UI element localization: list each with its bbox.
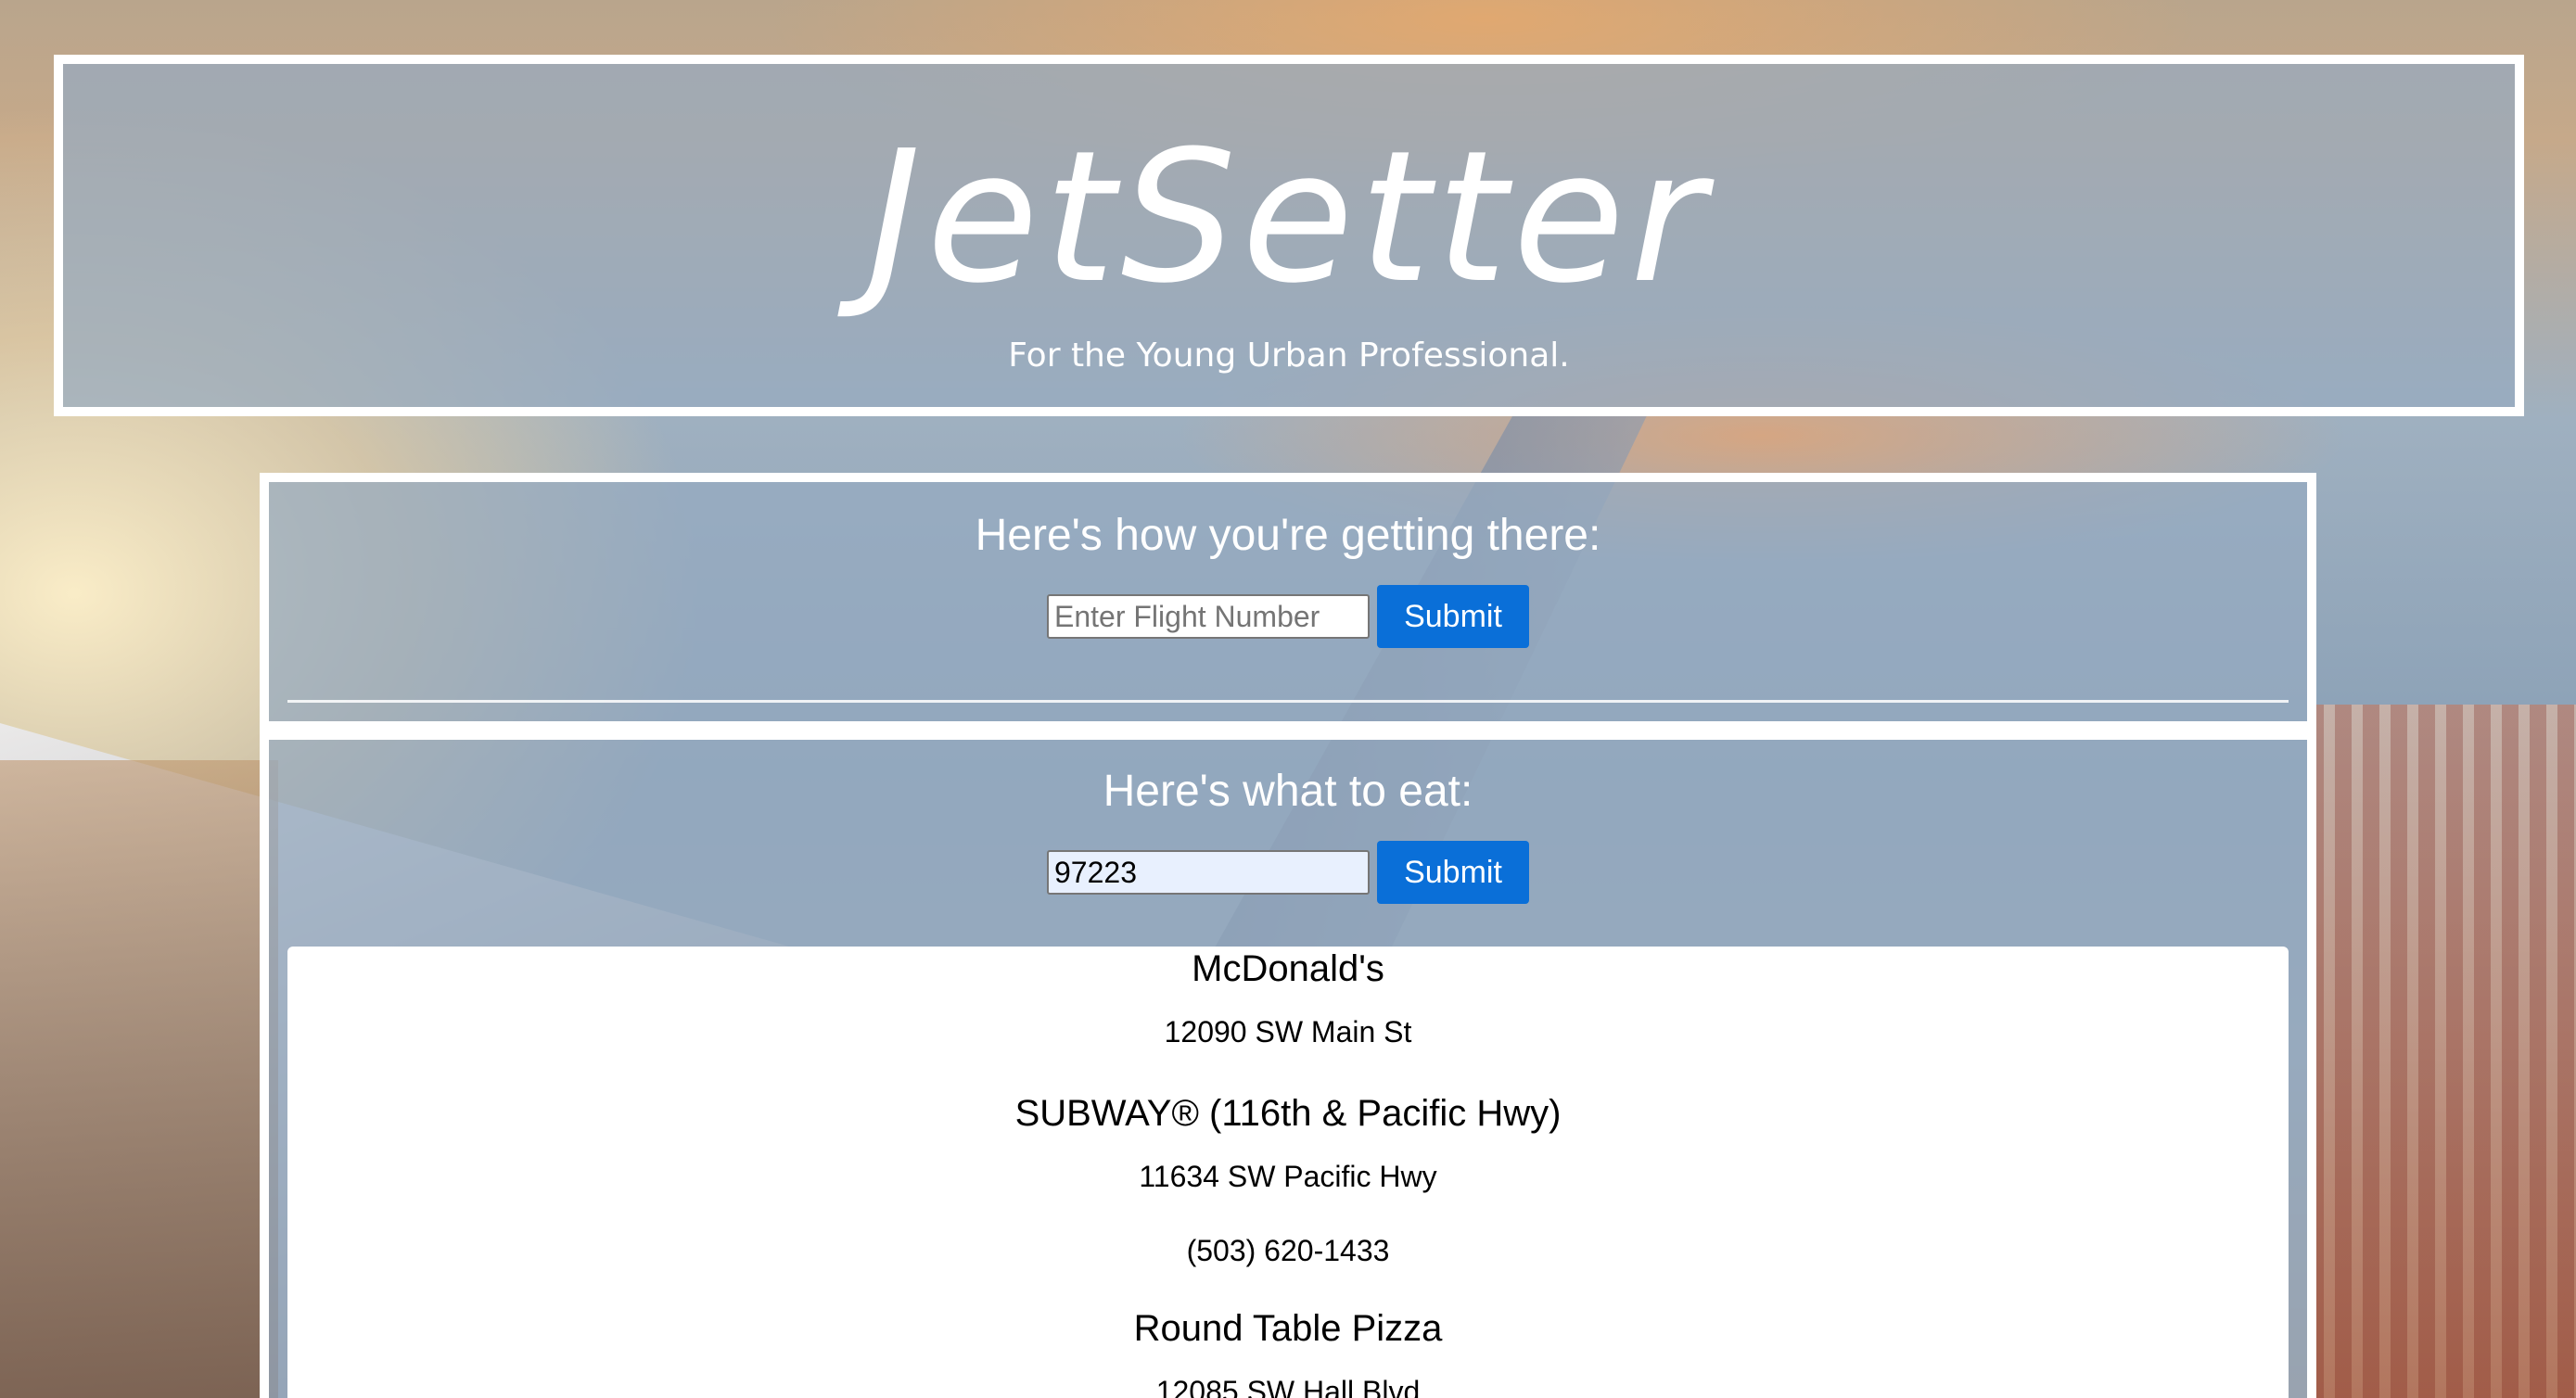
site-tagline: For the Young Urban Professional. xyxy=(1008,337,1570,375)
restaurant-phone: (503) 620-1433 xyxy=(1186,1234,1390,1267)
food-section: Here's what to eat: Submit McDonald's 12… xyxy=(269,740,2307,1398)
restaurant-name: McDonald's xyxy=(1192,948,1384,989)
site-logo: JetSetter xyxy=(867,112,1711,324)
flight-submit-button[interactable]: Submit xyxy=(1377,585,1529,648)
restaurant-name: Round Table Pizza xyxy=(1133,1308,1443,1349)
section-separator xyxy=(269,721,2307,740)
background-city-left xyxy=(0,760,278,1398)
restaurant-address: 12090 SW Main St xyxy=(1164,1015,1412,1048)
flight-section-title: Here's how you're getting there: xyxy=(975,511,1601,560)
restaurant-address: 12085 SW Hall Blvd xyxy=(1155,1375,1421,1398)
restaurant-item: SUBWAY® (116th & Pacific Hwy) 11634 SW P… xyxy=(287,1091,2289,1269)
restaurant-name: SUBWAY® (116th & Pacific Hwy) xyxy=(1014,1093,1562,1134)
flight-number-input[interactable] xyxy=(1047,594,1370,639)
restaurant-item: McDonald's 12090 SW Main St xyxy=(287,947,2289,1050)
zip-code-input[interactable] xyxy=(1047,850,1370,895)
flight-section: Here's how you're getting there: Submit xyxy=(269,482,2307,721)
flight-form: Submit xyxy=(269,585,2307,648)
food-section-title: Here's what to eat: xyxy=(1103,767,1473,816)
site-header: JetSetter For the Young Urban Profession… xyxy=(54,55,2524,416)
restaurant-results: McDonald's 12090 SW Main St SUBWAY® (116… xyxy=(287,947,2289,1398)
zip-form: Submit xyxy=(269,841,2307,904)
main-panel: Here's how you're getting there: Submit … xyxy=(260,473,2316,1398)
section-divider xyxy=(287,700,2289,703)
restaurant-item: Round Table Pizza 12085 SW Hall Blvd xyxy=(287,1306,2289,1398)
restaurant-address: 11634 SW Pacific Hwy xyxy=(1139,1160,1437,1193)
food-submit-button[interactable]: Submit xyxy=(1377,841,1529,904)
background-city-right xyxy=(2307,705,2576,1398)
